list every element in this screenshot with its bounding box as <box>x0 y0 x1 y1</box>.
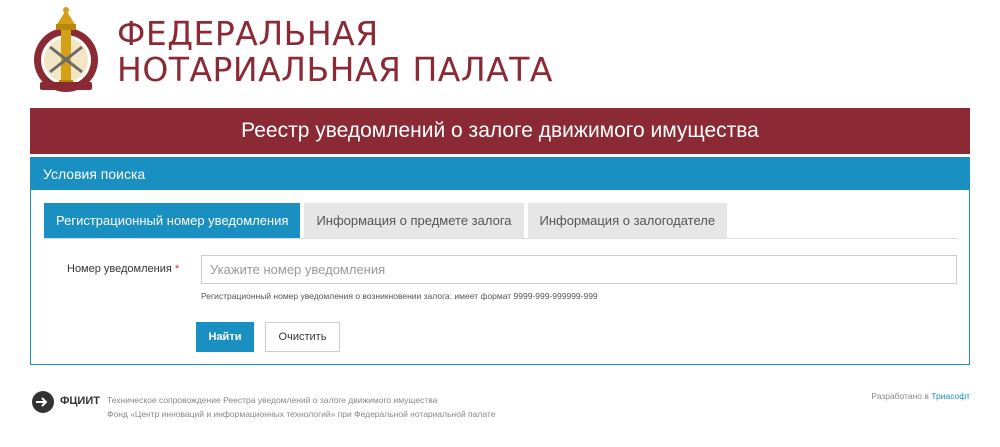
site-header: ФЕДЕРАЛЬНАЯ НОТАРИАЛЬНАЯ ПАЛАТА <box>0 0 1000 108</box>
tab-registration-number[interactable]: Регистрационный номер уведомления <box>44 203 301 238</box>
tab-label: Информация о залогодателе <box>539 213 716 228</box>
footer-developer: Разработано в Триасофт <box>871 391 970 401</box>
search-panel-header: Условия поиска <box>31 158 969 190</box>
tab-pledgor[interactable]: Информация о залогодателе <box>527 203 728 238</box>
org-name-line1: ФЕДЕРАЛЬНАЯ <box>117 14 379 53</box>
fciit-logo-icon[interactable] <box>31 390 55 414</box>
format-hint: Регистрационный номер уведомления о возн… <box>201 291 598 301</box>
developer-link[interactable]: Триасофт <box>931 391 970 401</box>
registry-title-banner: Реестр уведомлений о залоге движимого им… <box>30 108 970 154</box>
tab-label: Информация о предмете залога <box>316 213 512 228</box>
tab-label: Регистрационный номер уведомления <box>56 213 289 228</box>
clear-button[interactable]: Очистить <box>265 322 340 352</box>
find-button[interactable]: Найти <box>196 322 254 352</box>
footer-line2: Фонд «Центр инноваций и информационных т… <box>107 409 496 419</box>
org-name-line2: НОТАРИАЛЬНАЯ ПАЛАТА <box>117 50 553 89</box>
tab-pledge-subject[interactable]: Информация о предмете залога <box>304 203 524 238</box>
org-name[interactable]: ФЕДЕРАЛЬНАЯ НОТАРИАЛЬНАЯ ПАЛАТА <box>117 16 553 88</box>
notary-emblem-icon[interactable] <box>30 2 102 102</box>
search-panel: Условия поиска Регистрационный номер уве… <box>30 157 970 365</box>
notification-number-label: Номер уведомления * <box>67 263 179 275</box>
required-mark: * <box>174 263 180 275</box>
search-tabs: Регистрационный номер уведомления Информ… <box>44 203 958 239</box>
registry-title: Реестр уведомлений о залоге движимого им… <box>241 119 759 142</box>
footer-support-text: Техническое сопровождение Реестра уведом… <box>107 393 495 421</box>
search-panel-title: Условия поиска <box>43 166 146 182</box>
footer-brand[interactable]: ФЦИИТ <box>60 395 100 407</box>
developed-by-text: Разработано в <box>871 391 929 401</box>
field-label-text: Номер уведомления <box>67 263 172 275</box>
notification-number-input[interactable] <box>201 255 957 284</box>
footer-line1: Техническое сопровождение Реестра уведом… <box>107 395 438 405</box>
